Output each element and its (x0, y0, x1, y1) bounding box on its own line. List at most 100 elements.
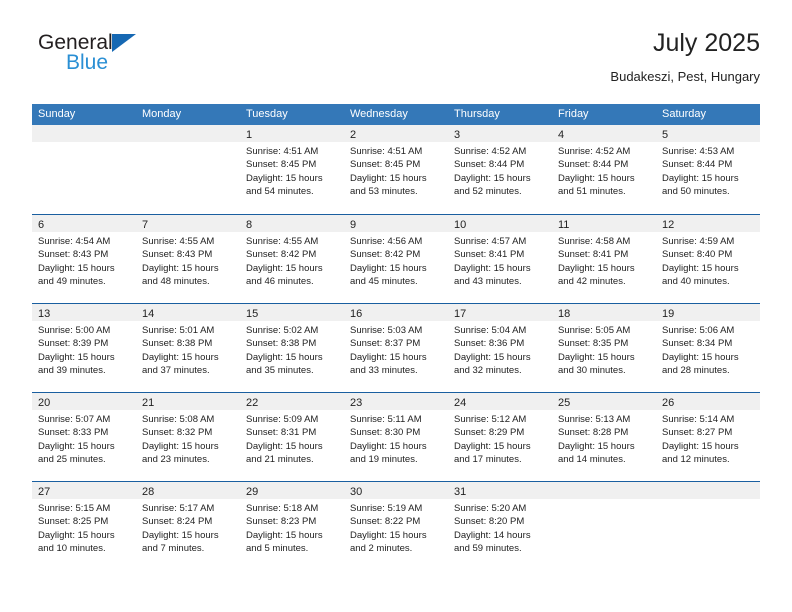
calendar-day-cell[interactable]: 13 Sunrise: 5:00 AM Sunset: 8:39 PM Dayligh… (32, 304, 136, 392)
day-details: Sunrise: 5:12 AM Sunset: 8:29 PM Daylight:… (448, 410, 552, 467)
sunset-text: Sunset: 8:38 PM (246, 338, 317, 350)
daylight-text-line2: and 5 minutes. (246, 543, 309, 555)
title-block: July 2025 Budakeszi, Pest, Hungary (610, 28, 760, 86)
sunrise-text: Sunrise: 5:20 AM (454, 503, 527, 514)
day-number-band: 21 (136, 393, 240, 410)
calendar-day-cell[interactable]: 21 Sunrise: 5:08 AM Sunset: 8:32 PM Dayligh… (136, 393, 240, 481)
calendar-day-cell[interactable]: 6 Sunrise: 4:54 AM Sunset: 8:43 PM Daylight… (32, 215, 136, 303)
calendar-day-cell[interactable]: 3 Sunrise: 4:52 AM Sunset: 8:44 PM Daylight… (448, 125, 552, 214)
day-number-band: 13 (32, 304, 136, 321)
calendar-day-cell[interactable]: 16 Sunrise: 5:03 AM Sunset: 8:37 PM Dayligh… (344, 304, 448, 392)
calendar-day-cell[interactable]: 15 Sunrise: 5:02 AM Sunset: 8:38 PM Dayligh… (240, 304, 344, 392)
calendar-day-cell[interactable]: 11 Sunrise: 4:58 AM Sunset: 8:41 PM Dayligh… (552, 215, 656, 303)
sunset-text: Sunset: 8:44 PM (662, 159, 733, 171)
day-number-band (32, 125, 136, 142)
sunrise-text: Sunrise: 5:07 AM (38, 414, 111, 425)
day-details: Sunrise: 4:55 AM Sunset: 8:43 PM Daylight:… (136, 232, 240, 289)
calendar-day-cell[interactable]: 29 Sunrise: 5:18 AM Sunset: 8:23 PM Dayligh… (240, 482, 344, 570)
daylight-text-line1: Daylight: 15 hours (350, 262, 427, 274)
calendar-day-cell[interactable]: 17 Sunrise: 5:04 AM Sunset: 8:36 PM Dayligh… (448, 304, 552, 392)
day-number: 4 (558, 129, 565, 141)
calendar-day-cell[interactable]: 9 Sunrise: 4:56 AM Sunset: 8:42 PM Daylight… (344, 215, 448, 303)
calendar-day-cell[interactable]: 8 Sunrise: 4:55 AM Sunset: 8:42 PM Daylight… (240, 215, 344, 303)
day-number-band: 23 (344, 393, 448, 410)
daylight-text-line2: and 43 minutes. (454, 276, 522, 288)
day-number-band: 5 (656, 125, 760, 142)
day-number-band: 30 (344, 482, 448, 499)
daylight-text-line2: and 10 minutes. (38, 543, 106, 555)
sunrise-text: Sunrise: 5:01 AM (142, 325, 215, 336)
calendar-day-cell[interactable]: 24 Sunrise: 5:12 AM Sunset: 8:29 PM Dayligh… (448, 393, 552, 481)
sunrise-text: Sunrise: 5:09 AM (246, 414, 319, 425)
daylight-text-line2: and 33 minutes. (350, 365, 418, 377)
calendar-day-cell[interactable]: 27 Sunrise: 5:15 AM Sunset: 8:25 PM Dayligh… (32, 482, 136, 570)
daylight-text-line2: and 7 minutes. (142, 543, 205, 555)
day-number: 5 (662, 129, 669, 141)
daylight-text-line1: Daylight: 15 hours (246, 529, 323, 541)
sunset-text: Sunset: 8:36 PM (454, 338, 525, 350)
daylight-text-line1: Daylight: 15 hours (662, 440, 739, 452)
calendar-week-row: 1 Sunrise: 4:51 AM Sunset: 8:45 PM Daylight… (32, 125, 760, 214)
daylight-text-line2: and 46 minutes. (246, 276, 314, 288)
daylight-text-line1: Daylight: 15 hours (454, 440, 531, 452)
daylight-text-line2: and 59 minutes. (454, 543, 522, 555)
calendar-day-cell[interactable]: 5 Sunrise: 4:53 AM Sunset: 8:44 PM Daylight… (656, 125, 760, 214)
day-number-band: 7 (136, 215, 240, 232)
day-number: 23 (350, 397, 363, 409)
calendar-day-cell[interactable]: 30 Sunrise: 5:19 AM Sunset: 8:22 PM Dayligh… (344, 482, 448, 570)
daylight-text-line2: and 17 minutes. (454, 454, 522, 466)
sunrise-text: Sunrise: 5:06 AM (662, 325, 735, 336)
calendar-day-cell[interactable]: 28 Sunrise: 5:17 AM Sunset: 8:24 PM Dayligh… (136, 482, 240, 570)
day-number: 3 (454, 129, 461, 141)
calendar-day-cell[interactable]: 4 Sunrise: 4:52 AM Sunset: 8:44 PM Daylight… (552, 125, 656, 214)
calendar-day-cell[interactable]: 22 Sunrise: 5:09 AM Sunset: 8:31 PM Dayligh… (240, 393, 344, 481)
day-number-band: 12 (656, 215, 760, 232)
sunset-text: Sunset: 8:29 PM (454, 427, 525, 439)
page-header: General Blue July 2025 Budakeszi, Pest, … (32, 28, 760, 92)
sunset-text: Sunset: 8:45 PM (246, 159, 317, 171)
day-details: Sunrise: 4:55 AM Sunset: 8:42 PM Daylight:… (240, 232, 344, 289)
day-number: 14 (142, 308, 155, 320)
calendar-day-cell[interactable]: 7 Sunrise: 4:55 AM Sunset: 8:43 PM Daylight… (136, 215, 240, 303)
logo-text-blue: Blue (66, 51, 109, 74)
sunset-text: Sunset: 8:20 PM (454, 516, 525, 528)
sunset-text: Sunset: 8:32 PM (142, 427, 213, 439)
calendar-day-cell[interactable]: 23 Sunrise: 5:11 AM Sunset: 8:30 PM Dayligh… (344, 393, 448, 481)
calendar-day-cell[interactable]: 31 Sunrise: 5:20 AM Sunset: 8:20 PM Dayligh… (448, 482, 552, 570)
calendar-day-cell[interactable]: 10 Sunrise: 4:57 AM Sunset: 8:41 PM Dayligh… (448, 215, 552, 303)
day-number-band: 11 (552, 215, 656, 232)
calendar-week-row: 27 Sunrise: 5:15 AM Sunset: 8:25 PM Dayligh… (32, 481, 760, 570)
calendar-day-cell[interactable]: 2 Sunrise: 4:51 AM Sunset: 8:45 PM Daylight… (344, 125, 448, 214)
sunset-text: Sunset: 8:40 PM (662, 249, 733, 261)
daylight-text-line1: Daylight: 15 hours (142, 351, 219, 363)
day-number-band: 28 (136, 482, 240, 499)
calendar-day-cell[interactable]: 14 Sunrise: 5:01 AM Sunset: 8:38 PM Dayligh… (136, 304, 240, 392)
daylight-text-line2: and 12 minutes. (662, 454, 730, 466)
calendar-day-cell[interactable]: 1 Sunrise: 4:51 AM Sunset: 8:45 PM Daylight… (240, 125, 344, 214)
day-number: 10 (454, 219, 467, 231)
weekday-header-sunday: Sunday (38, 108, 76, 120)
calendar-day-cell[interactable]: 12 Sunrise: 4:59 AM Sunset: 8:40 PM Dayligh… (656, 215, 760, 303)
daylight-text-line2: and 25 minutes. (38, 454, 106, 466)
calendar-day-cell[interactable]: 19 Sunrise: 5:06 AM Sunset: 8:34 PM Dayligh… (656, 304, 760, 392)
day-number-band: 19 (656, 304, 760, 321)
sunrise-text: Sunrise: 5:13 AM (558, 414, 631, 425)
day-number-band: 3 (448, 125, 552, 142)
calendar-day-cell[interactable]: 20 Sunrise: 5:07 AM Sunset: 8:33 PM Dayligh… (32, 393, 136, 481)
daylight-text-line2: and 23 minutes. (142, 454, 210, 466)
sunset-text: Sunset: 8:42 PM (246, 249, 317, 261)
daylight-text-line1: Daylight: 15 hours (350, 529, 427, 541)
day-number-band: 25 (552, 393, 656, 410)
sunrise-text: Sunrise: 4:55 AM (142, 236, 215, 247)
calendar-day-cell[interactable]: 18 Sunrise: 5:05 AM Sunset: 8:35 PM Dayligh… (552, 304, 656, 392)
calendar-day-cell[interactable]: 25 Sunrise: 5:13 AM Sunset: 8:28 PM Dayligh… (552, 393, 656, 481)
calendar-day-cell-empty (552, 482, 656, 570)
sunset-text: Sunset: 8:24 PM (142, 516, 213, 528)
calendar-day-cell[interactable]: 26 Sunrise: 5:14 AM Sunset: 8:27 PM Dayligh… (656, 393, 760, 481)
day-details: Sunrise: 5:08 AM Sunset: 8:32 PM Daylight:… (136, 410, 240, 467)
logo-triangle-icon (111, 34, 136, 52)
sunset-text: Sunset: 8:41 PM (558, 249, 629, 261)
day-number: 22 (246, 397, 259, 409)
sunset-text: Sunset: 8:25 PM (38, 516, 109, 528)
generalblue-logo[interactable]: General Blue (38, 32, 238, 88)
